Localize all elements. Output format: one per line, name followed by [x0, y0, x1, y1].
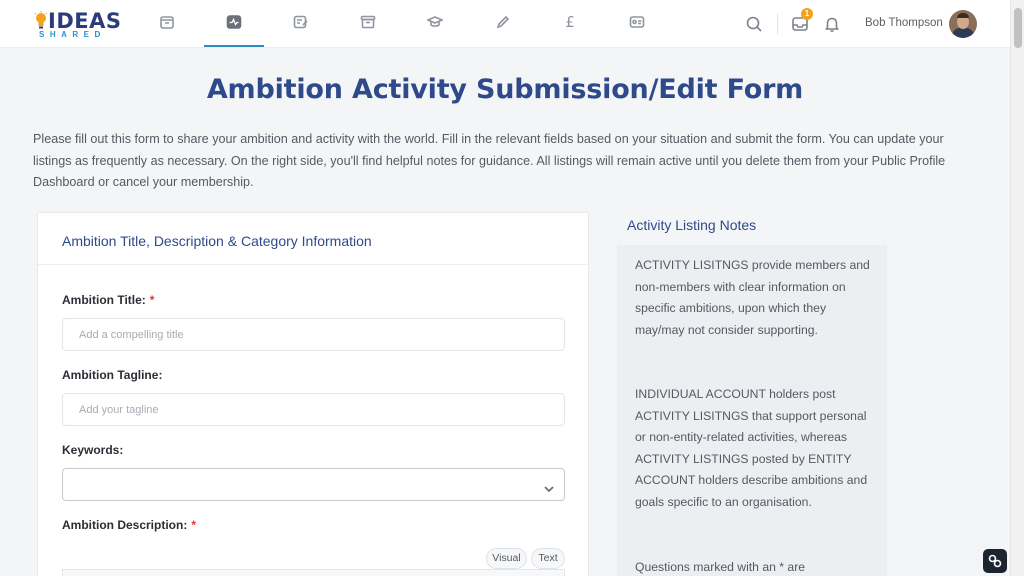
- page-title: Ambition Activity Submission/Edit Form: [206, 74, 804, 105]
- active-tab-indicator: [204, 45, 264, 47]
- form-card: Ambition Title, Description & Category I…: [37, 212, 589, 576]
- section-title: Ambition Title, Description & Category I…: [62, 233, 372, 249]
- ambition-title-input[interactable]: [62, 318, 565, 351]
- edit-note-icon[interactable]: [291, 12, 311, 32]
- user-name[interactable]: Bob Thompson: [865, 17, 943, 29]
- logo-subtext: SHARED: [39, 30, 106, 39]
- page-scrollbar[interactable]: [1010, 0, 1024, 576]
- pencil-icon[interactable]: [493, 12, 513, 32]
- inbox-badge: 1: [801, 8, 813, 20]
- archive-icon[interactable]: [358, 12, 378, 32]
- storefront-icon[interactable]: [157, 12, 177, 32]
- tagline-label: Ambition Tagline:: [62, 368, 163, 382]
- description-label: Ambition Description: *: [62, 518, 197, 532]
- top-navbar: IDEAS SHARED £ 1 Bob Thompson: [0, 0, 1010, 48]
- note-paragraph: INDIVIDUAL ACCOUNT holders post ACTIVITY…: [635, 387, 868, 509]
- scrollbar-thumb[interactable]: [1014, 8, 1022, 48]
- settings-icon: [988, 554, 1002, 568]
- search-icon[interactable]: [745, 15, 763, 33]
- floating-tools-button[interactable]: [983, 549, 1007, 573]
- visual-tab[interactable]: Visual: [486, 548, 527, 569]
- header-divider: [777, 13, 778, 35]
- graduation-cap-icon[interactable]: [425, 12, 445, 32]
- note-paragraph: ACTIVITY LISITNGS provide members and no…: [635, 258, 870, 337]
- page-intro: Please fill out this form to share your …: [33, 132, 946, 190]
- avatar[interactable]: [949, 10, 977, 38]
- editor-toolbar: [62, 569, 565, 576]
- logo-wordmark: IDEAS: [48, 9, 122, 33]
- bell-icon[interactable]: [823, 15, 841, 33]
- chevron-down-icon: [544, 481, 554, 493]
- note-paragraph: Questions marked with an * are: [635, 560, 806, 574]
- card-header: Ambition Title, Description & Category I…: [38, 213, 588, 265]
- text-tab[interactable]: Text: [531, 548, 565, 569]
- required-marker: *: [191, 518, 197, 532]
- ideas-shared-logo[interactable]: IDEAS SHARED: [34, 10, 121, 40]
- activity-icon[interactable]: [224, 12, 244, 32]
- notes-title: Activity Listing Notes: [627, 217, 757, 233]
- ambition-tagline-input[interactable]: [62, 393, 565, 426]
- keywords-select[interactable]: [62, 468, 565, 501]
- required-marker: *: [149, 293, 155, 307]
- title-label: Ambition Title: *: [62, 293, 155, 307]
- keywords-label: Keywords:: [62, 443, 124, 457]
- id-card-icon[interactable]: [627, 12, 647, 32]
- lightbulb-logo-icon: [34, 11, 48, 29]
- pound-icon[interactable]: £: [560, 12, 580, 32]
- pound-glyph: £: [565, 13, 575, 31]
- notes-panel: ACTIVITY LISITNGS provide members and no…: [617, 245, 887, 576]
